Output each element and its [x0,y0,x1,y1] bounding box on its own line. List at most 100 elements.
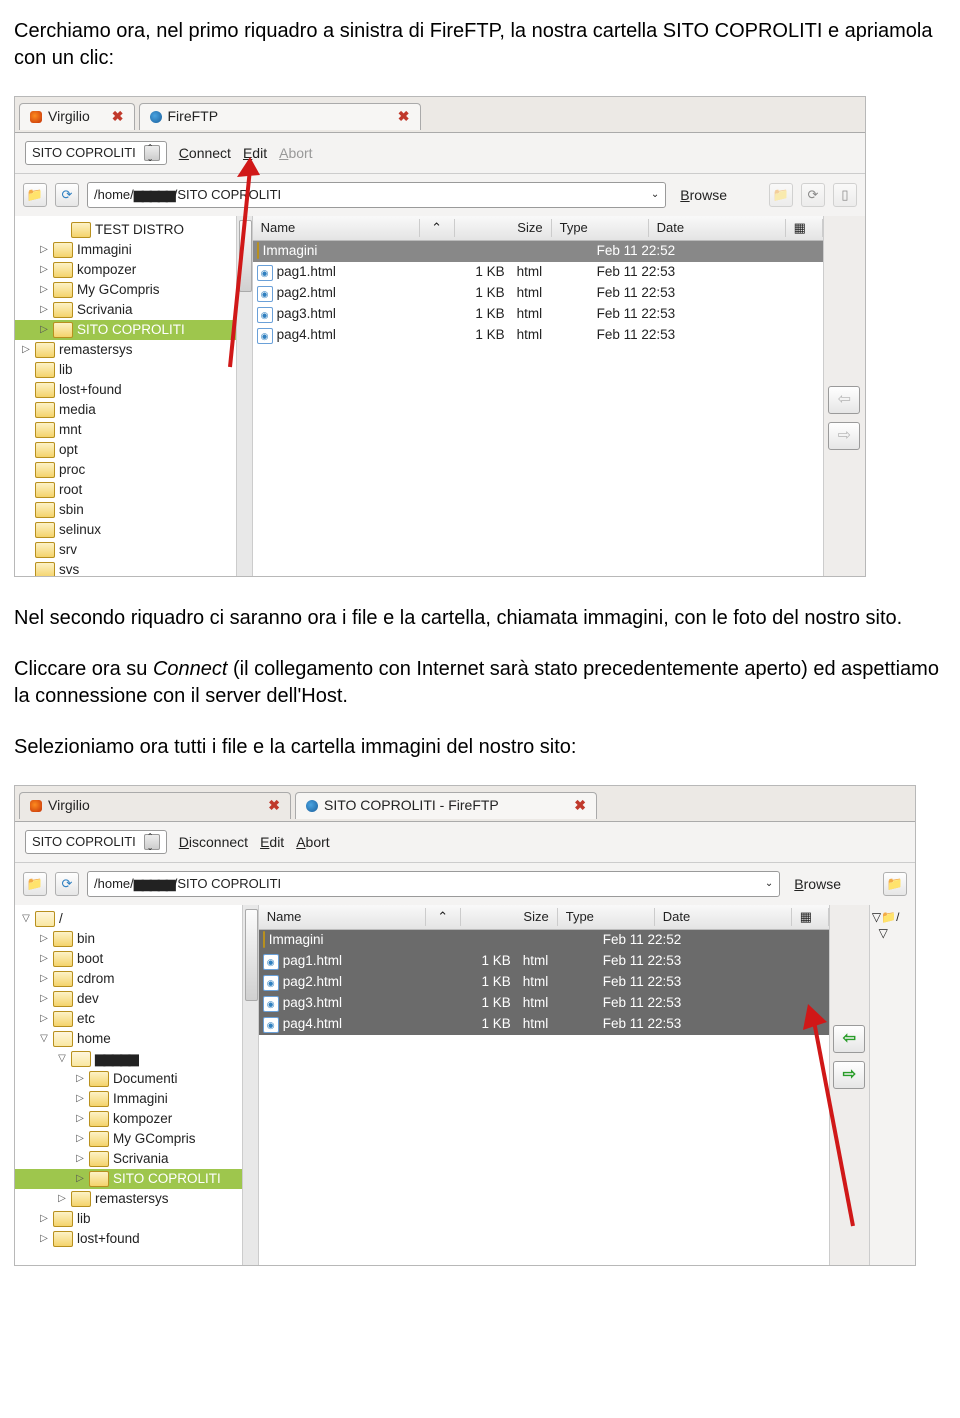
folder-up-icon[interactable]: 📁 [23,183,47,207]
file-list-header[interactable]: Name ⌃ Size Type Date ▦ [253,216,823,241]
twisty-icon[interactable]: ▽ [21,909,31,929]
twisty-icon[interactable]: ▷ [75,1129,85,1149]
account-dropdown[interactable]: SITO COPROLITI [25,141,167,165]
tree-item[interactable]: ▷lost+found [15,1229,258,1249]
path-input[interactable]: /home/▆▆▆▆▆/SITO COPROLITI ⌄ [87,871,780,897]
col-date[interactable]: Date [655,908,792,926]
file-row[interactable]: ◉pag2.html1 KBhtmlFeb 11 22:53 [253,283,823,304]
tree-item[interactable]: ▷boot [15,949,258,969]
col-size[interactable]: Size [455,219,552,237]
tree-item[interactable]: TEST DISTRO [15,220,252,240]
scrollbar-v[interactable] [236,216,253,576]
twisty-icon[interactable]: ▷ [75,1109,85,1129]
file-row[interactable]: ◉pag1.html1 KBhtmlFeb 11 22:53 [259,951,829,972]
twisty-icon[interactable]: ▷ [39,949,49,969]
path-input[interactable]: /home/▆▆▆▆▆/SITO COPROLITI ⌄ [87,182,666,208]
file-row[interactable]: ◉pag4.html1 KBhtmlFeb 11 22:53 [253,325,823,346]
tree-item[interactable]: proc [15,460,252,480]
account-dropdown[interactable]: SITO COPROLITI [25,830,167,854]
tree-item[interactable]: ▽home [15,1029,258,1049]
remote-root[interactable]: / [896,910,899,924]
twisty-icon[interactable]: ▷ [75,1089,85,1109]
tree-item[interactable]: lib [15,360,252,380]
chevron-down-icon[interactable]: ⌄ [765,877,773,891]
col-name[interactable]: Name [253,219,420,237]
twisty-icon[interactable]: ▷ [75,1069,85,1089]
twisty-icon[interactable]: ▷ [57,1189,67,1209]
tree-item[interactable]: ▷SITO COPROLITI [15,1169,258,1189]
column-picker-icon[interactable]: ▦ [792,908,829,926]
twisty-icon[interactable]: ▷ [75,1169,85,1189]
folder-tree[interactable]: ▽/▷bin▷boot▷cdrom▷dev▷etc▽home▽▆▆▆▆▆▷Doc… [15,905,259,1265]
browse-button[interactable]: Browse [680,186,727,205]
twisty-icon[interactable]: ▷ [39,1229,49,1249]
twisty-icon[interactable]: ▷ [39,240,49,260]
tab-virgilio[interactable]: Virgilio✖ [19,792,291,819]
tree-item[interactable]: ▷Immagini [15,240,252,260]
tree-item[interactable]: opt [15,440,252,460]
tree-item[interactable]: root [15,480,252,500]
scroll-thumb[interactable] [239,220,252,292]
tree-item[interactable]: lost+found [15,380,252,400]
file-row[interactable]: ◉pag1.html1 KBhtmlFeb 11 22:53 [253,262,823,283]
twisty-icon[interactable]: ▷ [75,1149,85,1169]
col-size[interactable]: Size [461,908,558,926]
file-row[interactable]: ◉pag3.html1 KBhtmlFeb 11 22:53 [253,304,823,325]
tree-item[interactable]: ▷kompozer [15,1109,258,1129]
chevron-down-icon[interactable]: ⌄ [651,188,659,202]
file-list-header[interactable]: Name ⌃ Size Type Date ▦ [259,905,829,930]
tab-fireftp[interactable]: SITO COPROLITI - FireFTP✖ [295,792,597,819]
browse-button[interactable]: Browse [794,875,841,894]
tree-item[interactable]: ▽/ [15,909,258,929]
abort-button[interactable]: Abort [296,833,329,852]
scrollbar-v[interactable] [242,905,259,1265]
close-icon[interactable]: ✖ [268,796,280,815]
tree-item[interactable]: ▷SITO COPROLITI [15,320,252,340]
column-picker-icon[interactable]: ▦ [786,219,823,237]
tree-item[interactable]: ▷cdrom [15,969,258,989]
col-type[interactable]: Type [558,908,655,926]
tree-item[interactable]: ▷remastersys [15,340,252,360]
col-type[interactable]: Type [552,219,649,237]
col-date[interactable]: Date [649,219,786,237]
tab-virgilio[interactable]: Virgilio✖ [19,103,135,130]
close-icon[interactable]: ✖ [112,107,124,126]
tree-item[interactable]: ▷etc [15,1009,258,1029]
tree-item[interactable]: sbin [15,500,252,520]
twisty-icon[interactable]: ▷ [39,929,49,949]
file-row[interactable]: ImmaginiFeb 11 22:52 [259,930,829,951]
tree-item[interactable]: ▷Scrivania [15,300,252,320]
twisty-icon[interactable]: ▷ [39,260,49,280]
close-icon[interactable]: ✖ [398,107,410,126]
tree-item[interactable]: ▽▆▆▆▆▆ [15,1049,258,1069]
scroll-thumb[interactable] [245,909,258,1001]
twisty-icon[interactable]: ▷ [39,989,49,1009]
close-icon[interactable]: ✖ [574,796,586,815]
file-list[interactable]: Name ⌃ Size Type Date ▦ ImmaginiFeb 11 2… [253,216,823,576]
file-row[interactable]: ◉pag2.html1 KBhtmlFeb 11 22:53 [259,972,829,993]
twisty-icon[interactable]: ▷ [39,1209,49,1229]
col-name[interactable]: Name [259,908,426,926]
tree-item[interactable]: ▷Immagini [15,1089,258,1109]
refresh-icon[interactable]: ⟳ [55,872,79,896]
folder-tree[interactable]: TEST DISTRO▷Immagini▷kompozer▷My GCompri… [15,216,253,576]
remote-folder-icon[interactable]: 📁 [883,872,907,896]
file-list[interactable]: Name ⌃ Size Type Date ▦ ImmaginiFeb 11 2… [259,905,829,1265]
tree-item[interactable]: ▷dev [15,989,258,1009]
tree-item[interactable]: ▷lib [15,1209,258,1229]
tree-item[interactable]: ▷My GCompris [15,1129,258,1149]
twisty-icon[interactable]: ▷ [39,969,49,989]
disconnect-button[interactable]: Disconnect [179,833,248,852]
twisty-icon[interactable]: ▷ [21,340,31,360]
tree-item[interactable]: ▷Documenti [15,1069,258,1089]
file-row[interactable]: ImmaginiFeb 11 22:52 [253,241,823,262]
connect-button[interactable]: Connect [179,144,231,163]
twisty-icon[interactable]: ▷ [39,1009,49,1029]
folder-up-icon[interactable]: 📁 [23,872,47,896]
tree-item[interactable]: media [15,400,252,420]
tree-item[interactable]: mnt [15,420,252,440]
tree-item[interactable]: ▷My GCompris [15,280,252,300]
twisty-icon[interactable]: ▷ [39,300,49,320]
sort-icon[interactable]: ⌃ [420,219,455,237]
twisty-icon[interactable]: ▷ [39,320,49,340]
